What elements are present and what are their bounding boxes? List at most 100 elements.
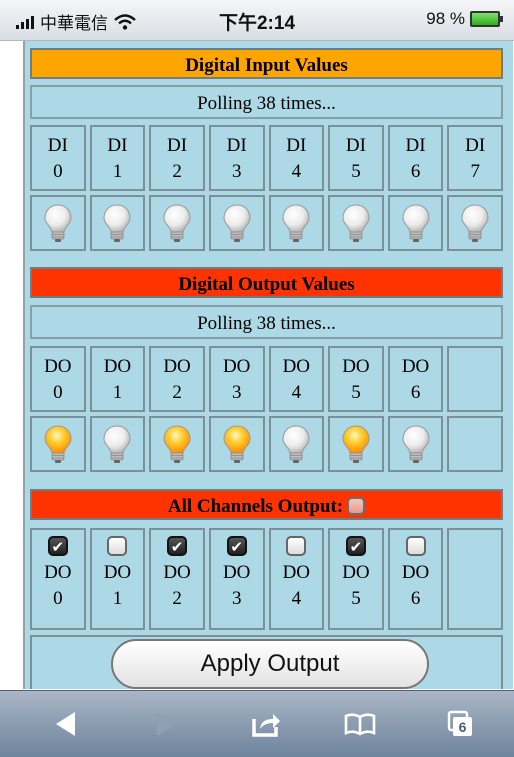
lamp-cell xyxy=(208,416,265,472)
lightbulb-icon xyxy=(342,425,370,463)
do-lamp-row xyxy=(30,416,503,472)
lamp-cell xyxy=(268,416,325,472)
status-bar: 中華電信 下午2:14 98 % xyxy=(0,0,514,41)
lamp-cell xyxy=(149,195,205,251)
lightbulb-icon xyxy=(402,425,430,463)
do-checkbox-label2: 1 xyxy=(112,588,123,609)
lightbulb-icon xyxy=(461,204,489,242)
do-checkbox-label2: 2 xyxy=(172,588,182,609)
di-label-row: DI 0 DI 1 DI 2 DI 3 DI 4 DI 5 DI 6 DI 7 xyxy=(30,125,503,191)
do-label: DO 3 xyxy=(208,346,265,412)
di-lamp-row xyxy=(30,195,503,251)
di-label: DI 5 xyxy=(328,125,384,191)
do-checkbox-cell: ✔ DO 2 xyxy=(149,528,205,630)
di-label: DI 6 xyxy=(387,125,444,191)
di-label: DI 3 xyxy=(208,125,265,191)
do-checkbox-cell: ✔ DO 3 xyxy=(208,528,265,630)
lightbulb-icon xyxy=(342,204,370,242)
lamp-cell xyxy=(208,195,265,251)
battery-percent: 98 % xyxy=(426,9,465,28)
lightbulb-icon xyxy=(223,425,251,463)
lamp-cell xyxy=(30,195,86,251)
tabs-button[interactable]: 6 xyxy=(440,709,480,739)
bookmarks-icon xyxy=(344,713,376,736)
battery-icon xyxy=(470,11,503,27)
lamp-cell xyxy=(268,195,325,251)
do-checkbox-label1: DO xyxy=(342,562,370,583)
lamp-cell xyxy=(328,195,384,251)
tabs-icon: 6 xyxy=(447,710,472,736)
lightbulb-icon xyxy=(223,204,251,242)
do-checkbox-label2: 4 xyxy=(291,588,302,609)
forward-button[interactable] xyxy=(146,709,186,739)
do-checkbox-label2: 3 xyxy=(231,588,242,609)
apply-output-button[interactable]: Apply Output xyxy=(111,639,429,689)
browser-toolbar: 6 xyxy=(0,690,514,757)
lamp-cell xyxy=(387,195,444,251)
do-checkbox-cell: DO 6 xyxy=(387,528,444,630)
output-polling: Polling 38 times... xyxy=(30,305,503,339)
checkbox-icon[interactable] xyxy=(405,536,426,556)
do-checkbox-label1: DO xyxy=(401,562,430,583)
di-label: DI 0 xyxy=(30,125,86,191)
do-checkbox-label1: DO xyxy=(163,562,191,583)
do-checkbox-label1: DO xyxy=(282,562,311,583)
lightbulb-icon xyxy=(44,204,72,242)
do-checkbox-cell: DO 1 xyxy=(89,528,146,630)
checkbox-icon[interactable]: ✔ xyxy=(345,536,366,556)
tabs-count: 6 xyxy=(459,719,467,735)
lamp-cell xyxy=(89,195,146,251)
do-label-row: DO 0 DO 1 DO 2 DO 3 DO 4 DO 5 DO 6 xyxy=(30,346,503,412)
lightbulb-icon xyxy=(163,425,191,463)
do-label: DO 6 xyxy=(387,346,444,412)
lightbulb-icon xyxy=(402,204,430,242)
checkbox-icon[interactable]: ✔ xyxy=(226,536,247,556)
do-checkbox-label2: 0 xyxy=(53,588,63,609)
lamp-cell xyxy=(149,416,205,472)
apply-row: Apply Output xyxy=(30,635,503,689)
all-channels-checkbox[interactable] xyxy=(347,497,366,515)
do-checkbox-label2: 5 xyxy=(351,588,361,609)
lightbulb-icon xyxy=(282,425,310,463)
empty-cell xyxy=(447,528,503,630)
do-label: DO 4 xyxy=(268,346,325,412)
battery-status: 98 % xyxy=(426,9,503,29)
checkbox-icon[interactable]: ✔ xyxy=(167,536,188,556)
lightbulb-icon xyxy=(103,204,131,242)
do-checkbox-row: ✔ DO 0 DO 1 ✔ DO 2 ✔ DO 3 DO 4 ✔ DO 5 DO 6 xyxy=(30,528,503,630)
do-label: DO 2 xyxy=(149,346,205,412)
do-checkbox-cell: ✔ DO 5 xyxy=(328,528,384,630)
do-checkbox-label1: DO xyxy=(44,562,72,583)
di-label: DI 1 xyxy=(89,125,146,191)
lamp-cell xyxy=(89,416,146,472)
lightbulb-icon xyxy=(103,425,131,463)
do-label: DO 1 xyxy=(89,346,146,412)
output-header: Digital Output Values xyxy=(30,267,503,298)
lightbulb-icon xyxy=(44,425,72,463)
checkbox-icon[interactable] xyxy=(107,536,128,556)
back-icon xyxy=(56,712,75,736)
all-channels-header: All Channels Output: xyxy=(30,489,503,520)
web-content[interactable]: Digital Input Values Polling 38 times...… xyxy=(0,41,514,689)
input-header: Digital Input Values xyxy=(30,48,503,79)
share-icon xyxy=(252,714,280,737)
checkbox-icon[interactable] xyxy=(286,536,307,556)
input-polling: Polling 38 times... xyxy=(30,85,503,119)
empty-cell xyxy=(447,346,503,412)
di-label: DI 2 xyxy=(149,125,205,191)
do-checkbox-label2: 6 xyxy=(410,588,421,609)
lamp-cell xyxy=(447,195,503,251)
share-button[interactable] xyxy=(246,709,286,739)
bookmarks-button[interactable] xyxy=(340,709,380,739)
io-panel: Digital Input Values Polling 38 times...… xyxy=(23,41,513,689)
back-button[interactable] xyxy=(46,709,86,739)
all-channels-label: All Channels Output: xyxy=(167,496,344,517)
do-label: DO 0 xyxy=(30,346,86,412)
lightbulb-icon xyxy=(282,204,310,242)
lamp-cell xyxy=(387,416,444,472)
lamp-cell xyxy=(30,416,86,472)
lightbulb-icon xyxy=(163,204,191,242)
di-label: DI 4 xyxy=(268,125,325,191)
checkbox-icon[interactable]: ✔ xyxy=(47,536,68,556)
do-checkbox-cell: DO 4 xyxy=(268,528,325,630)
